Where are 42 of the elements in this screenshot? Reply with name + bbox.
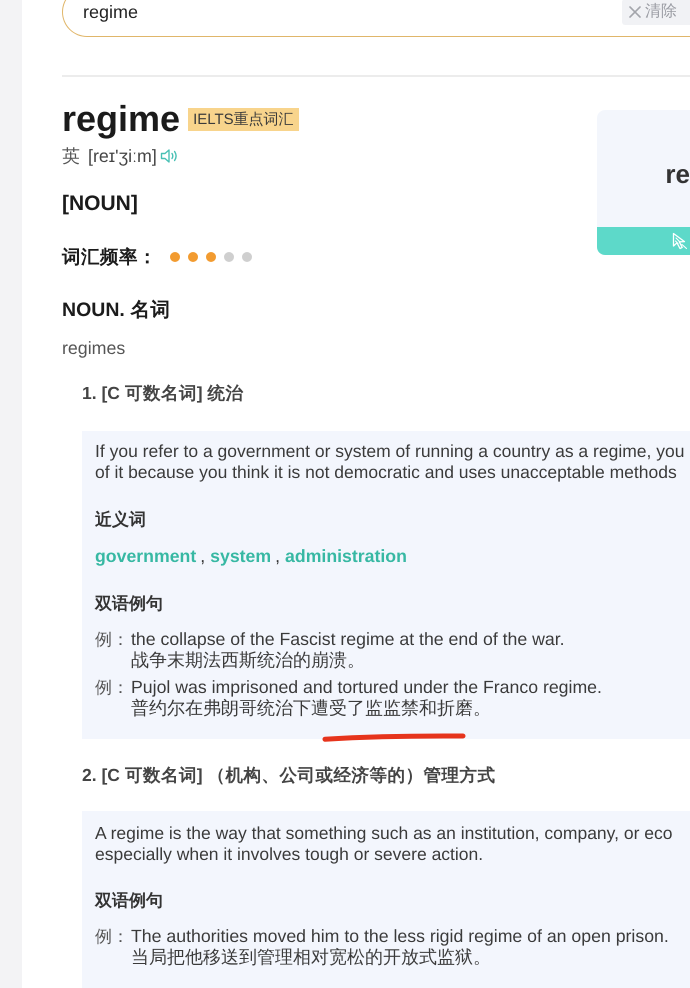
examples-heading: 双语例句 [95,593,164,615]
clear-button[interactable]: 清除 [622,0,690,25]
synonym-link[interactable]: administration [285,546,407,566]
example-chinese: 普约尔在弗朗哥统治下遭受了监监禁和折磨。 [131,698,492,719]
frequency-label: 词汇频率： [62,246,157,268]
frequency-dot-icon [224,252,234,262]
definition-text: If you refer to a government or system of running a country as a regime, you of it because you think it is not democratic and uses unacceptable methods [95,441,686,483]
preview-card-title: re [665,159,690,189]
synonym-link[interactable]: system [210,546,272,566]
search-field[interactable]: regime 清除 [62,0,690,37]
synonym-separator: , [275,546,280,566]
part-of-speech-heading: NOUN. 名词 [62,298,172,322]
card-action-bar[interactable] [597,227,690,255]
sense-heading: 1. [C 可数名词] 统治 [82,382,244,404]
definition-text: A regime is the way that something such as an institution, company, or eco especially when it involves tough or severe action. [95,823,674,865]
frequency-dot-icon [206,252,216,262]
phonetic-text: [reɪ'ʒiːm] [88,146,157,166]
speaker-icon[interactable] [160,148,179,164]
word-class-label: [NOUN] [62,192,139,216]
example-english: Pujol was imprisoned and tortured under the Franco regime. [131,677,602,698]
example-chinese: 当局把他移送到管理相对宽松的开放式监狱。 [131,947,492,968]
preview-card[interactable]: re [597,110,690,255]
word-form-text: regimes [62,338,126,358]
example-chinese: 战争末期法西斯统治的崩溃。 [131,650,366,671]
exam-badge: IELTS重点词汇 [188,108,299,130]
example-marker: 例： [95,926,130,948]
synonyms-heading: 近义词 [95,509,147,531]
pointer-icon [672,232,688,250]
word-title: regime [62,99,180,139]
frequency-dot-icon [188,252,198,262]
example-english: The authorities moved him to the less rigid regime of an open prison. [131,926,669,947]
synonym-link[interactable]: government [95,546,196,566]
region-label: 英 [62,146,80,166]
frequency-dot-icon [242,252,252,262]
example-english: the collapse of the Fascist regime at the end of the war. [131,629,565,650]
examples-heading: 双语例句 [95,890,164,912]
example-marker: 例： [95,629,130,651]
close-icon [629,6,641,18]
sense-heading: 2. [C 可数名词] （机构、公司或经济等的）管理方式 [82,764,496,786]
example-marker: 例： [95,677,130,699]
frequency-dot-icon [170,252,180,262]
synonym-separator: , [200,546,206,566]
